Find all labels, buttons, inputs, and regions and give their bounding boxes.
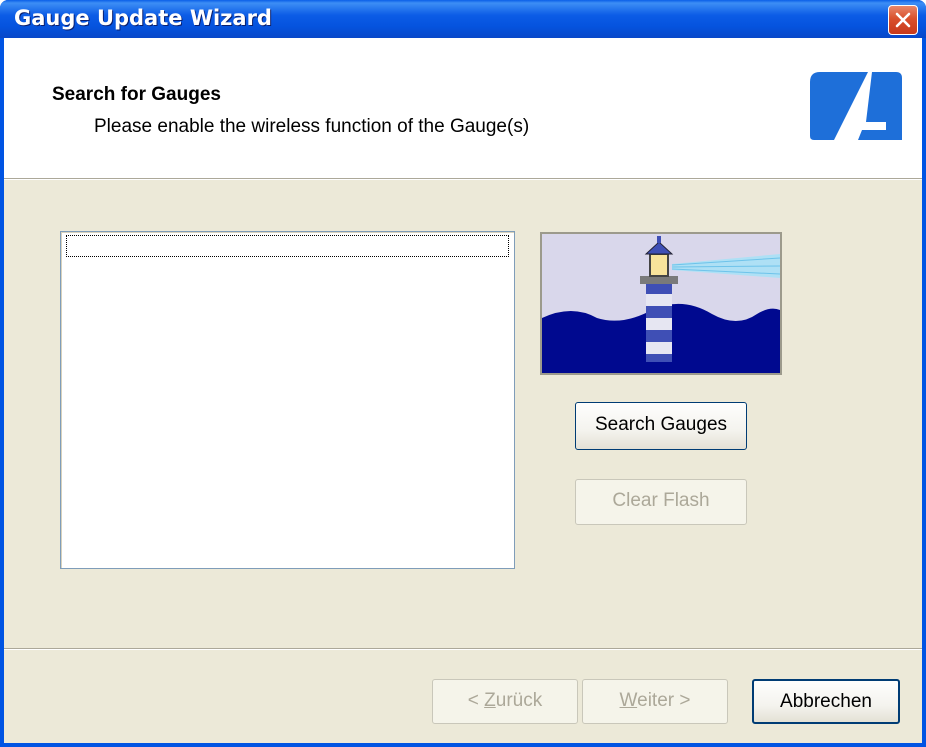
next-label-rest: eiter > [637, 690, 691, 711]
title-bar[interactable]: Gauge Update Wizard [0, 0, 926, 38]
search-gauges-button[interactable]: Search Gauges [575, 402, 747, 450]
wizard-window: Gauge Update Wizard Search for Gauges Pl… [0, 0, 926, 747]
cancel-button[interactable]: Abbrechen [752, 679, 900, 724]
back-label-prefix: < [467, 690, 485, 711]
dialog-body: Search for Gauges Please enable the wire… [4, 38, 922, 743]
list-focus-row[interactable] [66, 235, 509, 257]
lighthouse-illustration [540, 232, 782, 375]
clear-flash-button[interactable]: Clear Flash [575, 479, 747, 525]
wizard-header: Search for Gauges Please enable the wire… [4, 38, 922, 179]
back-label-mnemonic: Z [484, 690, 496, 711]
back-button[interactable]: < Zurück [432, 679, 578, 724]
footer-divider-highlight [4, 649, 922, 650]
gauge-list[interactable] [60, 231, 515, 569]
header-divider [4, 179, 922, 180]
close-button[interactable] [888, 5, 918, 35]
back-label-rest: urück [495, 690, 543, 711]
window-title: Gauge Update Wizard [14, 6, 272, 30]
lighthouse-icon [542, 234, 780, 373]
page-title: Search for Gauges [52, 84, 221, 105]
next-button[interactable]: Weiter > [582, 679, 728, 724]
brand-logo-icon [810, 72, 902, 140]
close-icon [895, 12, 911, 28]
page-subtitle: Please enable the wireless function of t… [94, 116, 530, 137]
next-label-mnemonic: W [619, 690, 638, 711]
